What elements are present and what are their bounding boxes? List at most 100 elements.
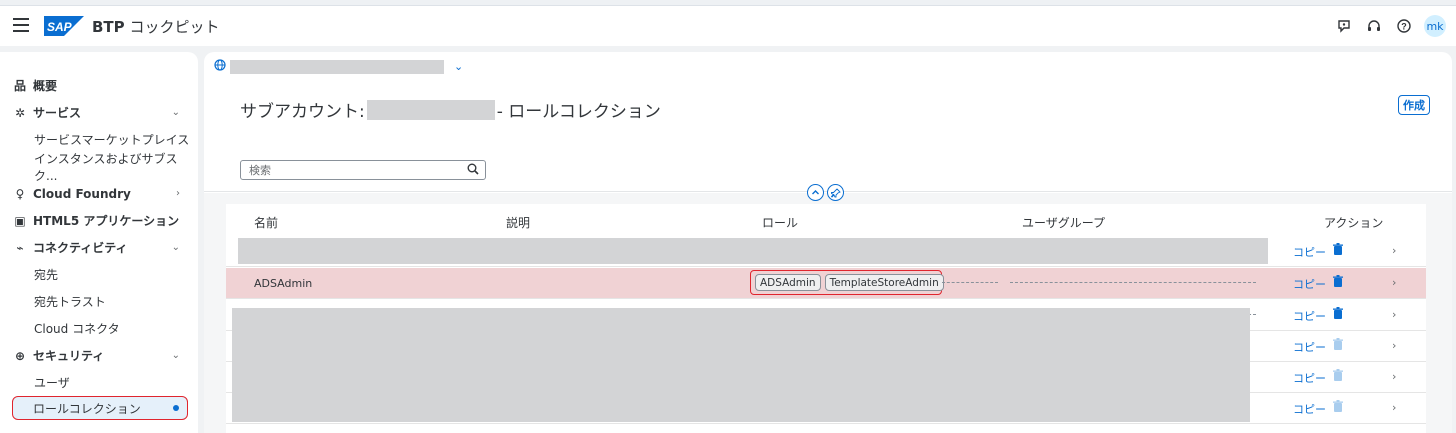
roles-field-underline (942, 282, 998, 283)
security-icon: ⊕ (14, 348, 26, 363)
row-name: ADSAdmin (254, 277, 313, 290)
sidebar-item-role-collections[interactable]: ロールコレクション (12, 396, 188, 420)
copy-button[interactable]: コピー (1293, 244, 1326, 260)
copy-button[interactable]: コピー (1293, 308, 1326, 324)
help-icon[interactable]: ? (1392, 15, 1416, 37)
page-title: サブアカウント: - ロールコレクション (240, 97, 661, 122)
redacted-subaccount-name (230, 59, 444, 74)
copy-button[interactable]: コピー (1293, 370, 1326, 386)
table-row[interactable]: コピー › (226, 236, 1426, 267)
user-groups-field[interactable] (1010, 282, 1256, 283)
sidebar-item-services[interactable]: ✲ サービス ⌄ (0, 99, 198, 126)
column-actions: アクション (1324, 216, 1384, 230)
title-suffix: - ロールコレクション (496, 102, 661, 122)
copy-button[interactable]: コピー (1293, 276, 1326, 292)
sidebar-item-connectivity[interactable]: ⌁ コネクティビティ ⌄ (0, 234, 198, 261)
table-row-adsadmin[interactable]: ADSAdmin ADSAdmin TemplateStoreAdmin コピー… (226, 268, 1426, 299)
delete-icon (1332, 338, 1344, 355)
copy-button[interactable]: コピー (1293, 339, 1326, 355)
title-prefix: サブアカウント: (240, 102, 365, 122)
header-controls (807, 184, 844, 201)
sidebar-item-html5-apps[interactable]: ▣ HTML5 アプリケーション (0, 207, 198, 234)
globe-icon (214, 59, 226, 74)
hierarchy-icon: 品 (13, 79, 26, 93)
column-description[interactable]: 説明 (506, 214, 530, 231)
collapse-header-button[interactable] (807, 184, 824, 201)
svg-text:?: ? (1401, 22, 1407, 32)
cloud-foundry-icon: ♀ (15, 186, 25, 201)
sidebar-item-label: Cloud コネクタ (34, 322, 120, 336)
navigation-arrow-icon[interactable]: › (1392, 308, 1396, 321)
sidebar-item-users[interactable]: ユーザ (0, 369, 198, 396)
navigation-arrow-icon[interactable]: › (1392, 370, 1396, 383)
chevron-down-icon: ⌄ (171, 107, 180, 118)
main-panel: ⌄ サブアカウント: - ロールコレクション 作成 名前 説明 ロール ユー (204, 52, 1452, 433)
html5-icon: ▣ (14, 213, 26, 228)
sidebar-item-label: Cloud Foundry (33, 186, 131, 201)
delete-icon (1332, 400, 1344, 417)
chevron-right-icon: › (176, 188, 180, 199)
shell-actions: ? mk (1326, 15, 1446, 37)
sidebar-item-label: コネクティビティ (33, 241, 128, 255)
redacted-subaccount (366, 99, 495, 120)
sidebar-item-label: ロールコレクション (33, 401, 141, 416)
copy-button[interactable]: コピー (1293, 401, 1326, 417)
sidebar-item-label: ユーザ (34, 376, 70, 390)
puzzle-icon: ✲ (14, 105, 26, 120)
delete-icon[interactable] (1332, 275, 1344, 292)
sidebar-item-instances-subscriptions[interactable]: インスタンスおよびサブスク... (0, 152, 198, 183)
sap-logo: SAP (44, 16, 84, 36)
column-name[interactable]: 名前 (254, 214, 278, 231)
page-header: サブアカウント: - ロールコレクション 作成 (204, 74, 1452, 192)
role-token[interactable]: TemplateStoreAdmin (824, 274, 944, 291)
navigation-arrow-icon[interactable]: › (1392, 339, 1396, 352)
chevron-down-icon: ⌄ (171, 350, 180, 361)
menu-icon[interactable] (13, 18, 29, 32)
search-input[interactable] (249, 163, 459, 177)
sidebar-item-label: HTML5 アプリケーション (33, 214, 180, 228)
delete-icon (1332, 369, 1344, 386)
role-collections-table: 名前 説明 ロール ユーザグループ アクション コピー › ADSAdmin A… (226, 204, 1426, 433)
role-token[interactable]: ADSAdmin (755, 274, 821, 291)
sidebar-item-destinations[interactable]: 宛先 (0, 261, 198, 288)
connectivity-icon: ⌁ (16, 240, 24, 255)
search-field[interactable] (240, 160, 486, 180)
roles-token-field[interactable]: ADSAdmin TemplateStoreAdmin (750, 270, 944, 295)
delete-icon[interactable] (1332, 307, 1344, 324)
navigation-arrow-icon[interactable]: › (1392, 244, 1396, 257)
subaccount-selector[interactable]: ⌄ (214, 59, 463, 74)
column-roles[interactable]: ロール (762, 214, 798, 231)
selected-indicator (173, 405, 179, 411)
avatar[interactable]: mk (1424, 15, 1446, 37)
create-button[interactable]: 作成 (1398, 95, 1430, 115)
column-user-groups[interactable]: ユーザグループ (1022, 214, 1105, 231)
svg-text:SAP: SAP (47, 20, 73, 34)
sidebar-item-label: 宛先 (34, 268, 59, 282)
sidebar-item-label: 宛先トラスト (34, 295, 106, 309)
sidebar-item-label: サービス (33, 106, 82, 120)
pin-header-button[interactable] (827, 184, 844, 201)
navigation-arrow-icon[interactable]: › (1392, 276, 1396, 289)
sidebar: 品 概要 ✲ サービス ⌄ サービスマーケットプレイス インスタンスおよびサブス… (0, 52, 198, 433)
sidebar-item-label: インスタンスおよびサブスク... (34, 151, 178, 183)
sidebar-item-label: 概要 (33, 79, 58, 93)
navigation-arrow-icon[interactable]: › (1392, 401, 1396, 414)
redacted-row-content (238, 238, 1268, 264)
sidebar-item-destination-trust[interactable]: 宛先トラスト (0, 288, 198, 315)
sidebar-item-cloud-connector[interactable]: Cloud コネクタ (0, 315, 198, 342)
product-title: BTP コックピット (92, 18, 220, 36)
sidebar-item-security[interactable]: ⊕ セキュリティ ⌄ (0, 342, 198, 369)
search-icon[interactable] (467, 163, 479, 178)
table-header: 名前 説明 ロール ユーザグループ アクション (226, 204, 1426, 236)
support-headset-icon[interactable] (1362, 15, 1386, 37)
shell-bar: SAP BTP コックピット ? mk (0, 6, 1456, 46)
sidebar-item-cloud-foundry[interactable]: ♀ Cloud Foundry › (0, 180, 198, 207)
delete-icon[interactable] (1332, 243, 1344, 260)
sidebar-item-overview[interactable]: 品 概要 (0, 72, 198, 99)
chevron-down-icon: ⌄ (454, 60, 464, 73)
chevron-down-icon: ⌄ (171, 242, 180, 253)
redacted-rows-block (232, 308, 1250, 422)
sidebar-item-label: セキュリティ (33, 349, 105, 363)
sidebar-item-label: サービスマーケットプレイス (34, 133, 190, 147)
feedback-icon[interactable] (1332, 15, 1356, 37)
